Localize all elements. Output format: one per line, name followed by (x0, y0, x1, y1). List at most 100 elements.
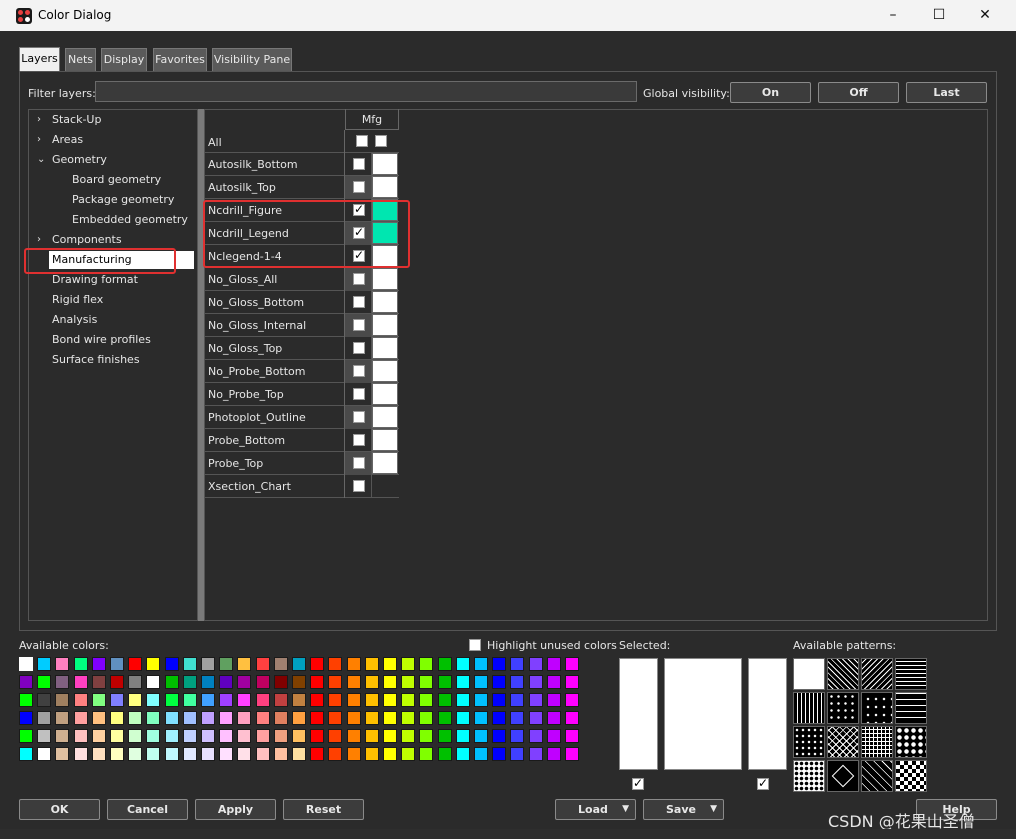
color-swatch[interactable] (546, 729, 561, 743)
color-swatch[interactable] (73, 711, 88, 725)
layer-visibility-checkbox[interactable] (353, 273, 365, 285)
color-swatch[interactable] (182, 693, 197, 707)
color-swatch[interactable] (73, 675, 88, 689)
layer-visibility-checkbox[interactable] (353, 365, 365, 377)
pattern-dots[interactable] (793, 726, 825, 758)
color-swatch[interactable] (255, 657, 270, 671)
color-swatch[interactable] (455, 729, 470, 743)
color-swatch[interactable] (110, 729, 124, 743)
color-swatch[interactable] (128, 657, 143, 671)
color-swatch[interactable] (110, 693, 124, 707)
layer-color-swatch[interactable] (372, 406, 398, 428)
color-swatch[interactable] (164, 657, 179, 671)
color-swatch[interactable] (474, 747, 488, 761)
color-swatch[interactable] (528, 657, 543, 671)
color-swatch[interactable] (273, 693, 288, 707)
color-swatch[interactable] (546, 747, 561, 761)
color-swatch[interactable] (219, 747, 234, 761)
color-swatch[interactable] (455, 693, 470, 707)
color-swatch[interactable] (91, 675, 106, 689)
color-swatch[interactable] (455, 675, 470, 689)
layer-color-swatch[interactable] (372, 314, 398, 336)
color-swatch[interactable] (546, 675, 561, 689)
pattern-solid[interactable] (793, 658, 825, 690)
filter-input[interactable] (95, 81, 637, 102)
color-swatch[interactable] (364, 657, 379, 671)
color-swatch[interactable] (219, 711, 234, 725)
color-swatch[interactable] (73, 657, 88, 671)
layer-visibility-checkbox[interactable] (353, 457, 365, 469)
color-swatch[interactable] (19, 693, 33, 707)
color-swatch[interactable] (164, 675, 179, 689)
layer-color-swatch[interactable] (372, 360, 398, 382)
color-swatch[interactable] (510, 657, 525, 671)
color-swatch[interactable] (474, 675, 488, 689)
color-swatch[interactable] (383, 729, 397, 743)
color-swatch[interactable] (528, 693, 543, 707)
color-swatch[interactable] (91, 747, 106, 761)
cancel-button[interactable]: Cancel (107, 799, 188, 820)
color-swatch[interactable] (419, 711, 434, 725)
color-swatch[interactable] (510, 747, 525, 761)
chevron-down-icon[interactable]: ⌄ (37, 151, 45, 169)
color-swatch[interactable] (437, 675, 452, 689)
color-swatch[interactable] (201, 693, 215, 707)
color-swatch[interactable] (437, 711, 452, 725)
layer-visibility-checkbox[interactable] (353, 319, 365, 331)
color-swatch[interactable] (528, 747, 543, 761)
color-swatch[interactable] (37, 729, 52, 743)
color-swatch[interactable] (292, 675, 306, 689)
color-swatch[interactable] (528, 711, 543, 725)
color-swatch[interactable] (310, 729, 325, 743)
selected-left-checkbox[interactable] (632, 776, 644, 790)
color-swatch[interactable] (201, 675, 215, 689)
color-swatch[interactable] (310, 675, 325, 689)
pattern-dense-dots[interactable] (793, 760, 825, 792)
color-swatch[interactable] (546, 711, 561, 725)
save-button[interactable]: Save ▼ (643, 799, 724, 820)
color-swatch[interactable] (255, 711, 270, 725)
tree-item-stack-up[interactable]: › Stack-Up (37, 111, 101, 129)
color-swatch[interactable] (182, 675, 197, 689)
global-last-button[interactable]: Last (906, 82, 987, 103)
color-swatch[interactable] (182, 711, 197, 725)
pattern-lattice[interactable] (861, 760, 893, 792)
color-swatch[interactable] (383, 693, 397, 707)
color-swatch[interactable] (73, 729, 88, 743)
color-swatch[interactable] (401, 747, 416, 761)
color-swatch[interactable] (419, 747, 434, 761)
reset-button[interactable]: Reset (283, 799, 364, 820)
color-swatch[interactable] (437, 657, 452, 671)
color-swatch[interactable] (346, 747, 361, 761)
color-swatch[interactable] (310, 747, 325, 761)
tree-item-areas[interactable]: › Areas (37, 131, 83, 149)
color-swatch[interactable] (383, 675, 397, 689)
tree-item-surface-finishes[interactable]: Surface finishes (52, 351, 140, 369)
color-swatch[interactable] (328, 747, 343, 761)
color-swatch[interactable] (510, 675, 525, 689)
tree-item-components[interactable]: › Components (37, 231, 122, 249)
color-swatch[interactable] (91, 729, 106, 743)
color-swatch[interactable] (437, 747, 452, 761)
color-swatch[interactable] (492, 657, 507, 671)
color-swatch[interactable] (237, 693, 252, 707)
color-swatch[interactable] (219, 693, 234, 707)
color-swatch[interactable] (346, 657, 361, 671)
tab-visibility-pane[interactable]: Visibility Pane (212, 48, 292, 71)
color-swatch[interactable] (273, 657, 288, 671)
color-swatch[interactable] (37, 747, 52, 761)
color-swatch[interactable] (255, 747, 270, 761)
layer-visibility-checkbox[interactable] (353, 296, 365, 308)
color-swatch[interactable] (364, 747, 379, 761)
color-swatch[interactable] (510, 693, 525, 707)
color-swatch[interactable] (19, 657, 33, 671)
color-swatch[interactable] (19, 711, 33, 725)
layer-visibility-checkbox[interactable] (353, 434, 365, 446)
layer-visibility-checkbox[interactable] (353, 202, 365, 216)
tab-nets[interactable]: Nets (65, 48, 96, 71)
color-swatch[interactable] (346, 729, 361, 743)
color-swatch[interactable] (219, 675, 234, 689)
layer-visibility-checkbox[interactable] (353, 342, 365, 354)
color-swatch[interactable] (492, 711, 507, 725)
color-swatch[interactable] (401, 711, 416, 725)
